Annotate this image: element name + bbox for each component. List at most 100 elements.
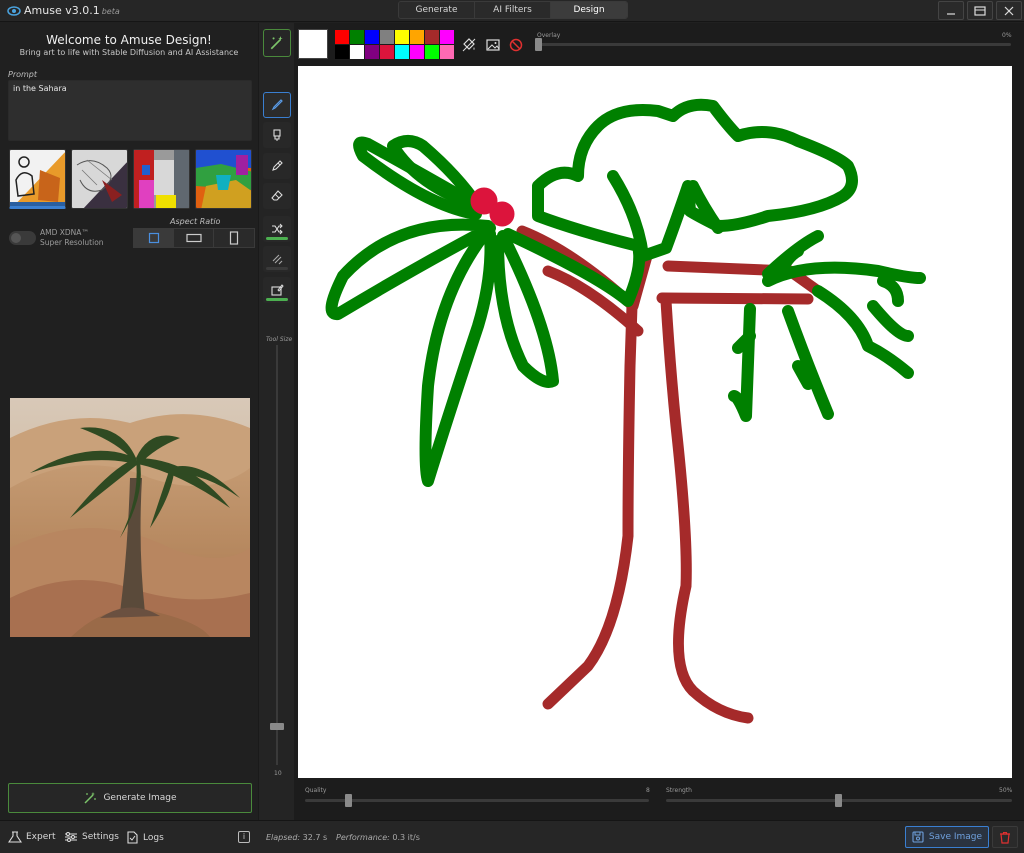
expert-button[interactable]: Expert: [8, 831, 56, 843]
image-icon[interactable]: [485, 37, 501, 53]
elapsed-value: 32.7 s: [302, 833, 328, 842]
paint-bucket-icon: [273, 129, 281, 141]
scribble-indicator: [266, 267, 288, 270]
title-bar: Amuse v3.0.1 beta Generate AI Filters Des…: [0, 0, 1024, 22]
palette-color-swatch[interactable]: [440, 45, 454, 59]
fill-background-icon[interactable]: [461, 37, 477, 53]
app-title: Amuse v3.0.1 beta: [24, 4, 120, 17]
tab-ai-filters[interactable]: AI Filters: [475, 2, 551, 18]
magic-wand-button[interactable]: [263, 29, 291, 57]
style-presets: [9, 149, 252, 209]
quality-track: [305, 799, 649, 802]
palette-color-swatch[interactable]: [395, 45, 409, 59]
palette-color-swatch[interactable]: [335, 45, 349, 59]
logs-label: Logs: [143, 832, 164, 843]
flask-icon: [8, 831, 22, 843]
aspect-square-button[interactable]: [134, 229, 174, 247]
tab-generate[interactable]: Generate: [399, 2, 475, 18]
close-button[interactable]: [996, 1, 1022, 20]
prompt-label: Prompt: [8, 70, 38, 79]
tab-design[interactable]: Design: [551, 2, 627, 18]
strength-slider[interactable]: [835, 794, 842, 807]
status-bar: Expert Settings Logs i Elapsed: 32.7 s P…: [0, 820, 1024, 853]
sliders-icon: [65, 832, 77, 842]
generated-image-preview: [10, 398, 250, 637]
quality-label: Quality: [305, 787, 327, 794]
expert-label: Expert: [26, 832, 56, 842]
palette-color-swatch[interactable]: [380, 45, 394, 59]
aspect-ratio-label: Aspect Ratio: [170, 217, 221, 226]
super-resolution-toggle[interactable]: [9, 231, 36, 245]
minimize-icon: [947, 12, 955, 15]
logs-icon: [127, 831, 138, 844]
generate-image-label: Generate Image: [103, 793, 177, 803]
close-icon: [1004, 6, 1014, 15]
edit-box-icon: [271, 284, 284, 296]
maximize-button[interactable]: [967, 1, 993, 20]
preset-interior-thumbnail[interactable]: [133, 149, 190, 209]
eraser-tool-button[interactable]: [263, 183, 291, 209]
aspect-ratio-selector: [133, 228, 255, 248]
palette-color-swatch[interactable]: [365, 45, 379, 59]
square-aspect-icon: [148, 232, 159, 244]
preset-segmentation-image: [196, 150, 251, 208]
minimize-button[interactable]: [938, 1, 964, 20]
magic-wand-icon: [84, 792, 97, 804]
generate-image-button[interactable]: Generate Image: [8, 783, 252, 813]
palette-color-swatch[interactable]: [395, 30, 409, 44]
save-image-label: Save Image: [928, 832, 983, 842]
amuse-logo-icon: [7, 6, 21, 16]
tool-size-slider[interactable]: [270, 723, 284, 730]
eraser-icon: [271, 190, 283, 201]
shuffle-icon: [272, 223, 283, 235]
pencil-lines-icon: [272, 254, 283, 265]
pen-tool-button[interactable]: [263, 153, 291, 179]
fill-tool-button[interactable]: [263, 122, 291, 148]
portrait-aspect-icon: [229, 231, 239, 245]
brush-icon: [271, 99, 283, 111]
palette-color-swatch[interactable]: [440, 30, 454, 44]
preset-ink-image: [72, 150, 127, 208]
settings-label: Settings: [82, 832, 119, 842]
window-controls: [938, 1, 1022, 20]
preset-sketch-thumbnail[interactable]: [9, 149, 66, 209]
performance-stat: Performance: 0.3 it/s: [336, 833, 420, 842]
prompt-input[interactable]: in the Sahara: [8, 80, 252, 141]
left-panel: Welcome to Amuse Design! Bring art to li…: [0, 23, 258, 820]
preset-segmentation-thumbnail[interactable]: [195, 149, 252, 209]
palette-color-swatch[interactable]: [425, 45, 439, 59]
toggle-knob: [11, 233, 21, 243]
strength-label: Strength: [666, 787, 692, 794]
logs-button[interactable]: Logs: [125, 831, 164, 844]
palette-color-swatch[interactable]: [410, 30, 424, 44]
quality-slider[interactable]: [345, 794, 352, 807]
preset-ink-thumbnail[interactable]: [71, 149, 128, 209]
performance-value: 0.3 it/s: [392, 833, 420, 842]
drawing-canvas[interactable]: [298, 66, 1012, 778]
clear-canvas-icon[interactable]: [508, 37, 524, 53]
tool-column: Tool Size 10: [258, 23, 294, 820]
palette-color-swatch[interactable]: [335, 30, 349, 44]
delete-button[interactable]: [992, 826, 1018, 848]
xdna-label-line2: Super Resolution: [40, 238, 104, 247]
tool-size-value: 10: [274, 770, 282, 777]
palette-color-swatch[interactable]: [365, 30, 379, 44]
palette-color-swatch[interactable]: [425, 30, 439, 44]
palette-color-swatch[interactable]: [350, 45, 364, 59]
aspect-portrait-button[interactable]: [214, 229, 254, 247]
brush-tool-button[interactable]: [263, 92, 291, 118]
palette-color-swatch[interactable]: [350, 30, 364, 44]
magic-wand-icon: [270, 36, 283, 50]
overlay-slider[interactable]: [535, 38, 542, 51]
selected-color-swatch[interactable]: [298, 29, 328, 59]
info-button[interactable]: i: [238, 831, 250, 843]
save-image-button[interactable]: Save Image: [905, 826, 989, 848]
aspect-landscape-button[interactable]: [174, 229, 214, 247]
elapsed-stat: Elapsed: 32.7 s: [266, 833, 327, 842]
palette-color-swatch[interactable]: [410, 45, 424, 59]
palette-color-swatch[interactable]: [380, 30, 394, 44]
super-resolution-label: AMD XDNA™ Super Resolution: [40, 228, 104, 248]
settings-button[interactable]: Settings: [64, 831, 119, 843]
tool-size-track: [276, 345, 278, 765]
welcome-subtitle: Bring art to life with Stable Diffusion …: [19, 48, 239, 57]
